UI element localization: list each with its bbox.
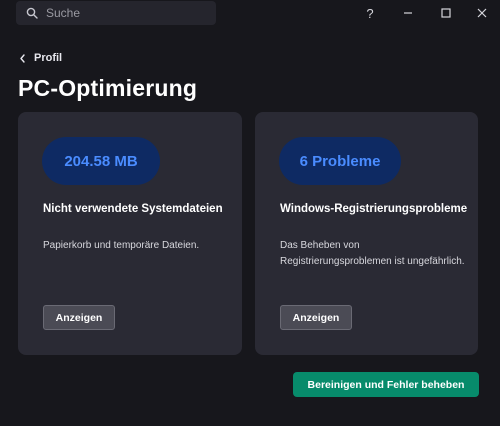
page-title: PC-Optimierung	[18, 75, 198, 101]
chevron-left-icon	[20, 53, 25, 63]
search-icon	[26, 7, 38, 19]
back-link[interactable]: Profil	[19, 52, 62, 64]
value-badge: 204.58 MB	[42, 137, 160, 185]
close-icon	[477, 8, 487, 18]
card-description: Papierkorb und temporäre Dateien.	[43, 240, 200, 251]
search-input[interactable]	[46, 6, 206, 20]
card-unused-system-files: 204.58 MB Nicht verwendete Systemdateien…	[18, 112, 242, 355]
card-registry-problems: 6 Probleme Windows-Registrierungsproblem…	[255, 112, 478, 355]
show-button[interactable]: Anzeigen	[280, 305, 352, 330]
card-title: Nicht verwendete Systemdateien	[43, 203, 223, 215]
minimize-icon	[404, 12, 412, 14]
search-box[interactable]	[16, 1, 216, 25]
clean-and-fix-button[interactable]: Bereinigen und Fehler beheben	[293, 372, 479, 397]
card-title: Windows-Registrierungsprobleme	[280, 203, 468, 215]
value-badge: 6 Probleme	[279, 137, 401, 185]
show-button[interactable]: Anzeigen	[43, 305, 115, 330]
card-description: Das Beheben von Registrierungsproblemen …	[280, 240, 465, 267]
close-button[interactable]	[464, 0, 500, 26]
help-icon[interactable]: ?	[352, 0, 388, 26]
minimize-button[interactable]	[390, 0, 426, 26]
app-window: ? Profil PC-Optimierung 204.58 MB Nicht …	[0, 0, 500, 426]
maximize-icon	[441, 8, 451, 18]
back-link-label: Profil	[34, 52, 63, 64]
maximize-button[interactable]	[428, 0, 464, 26]
